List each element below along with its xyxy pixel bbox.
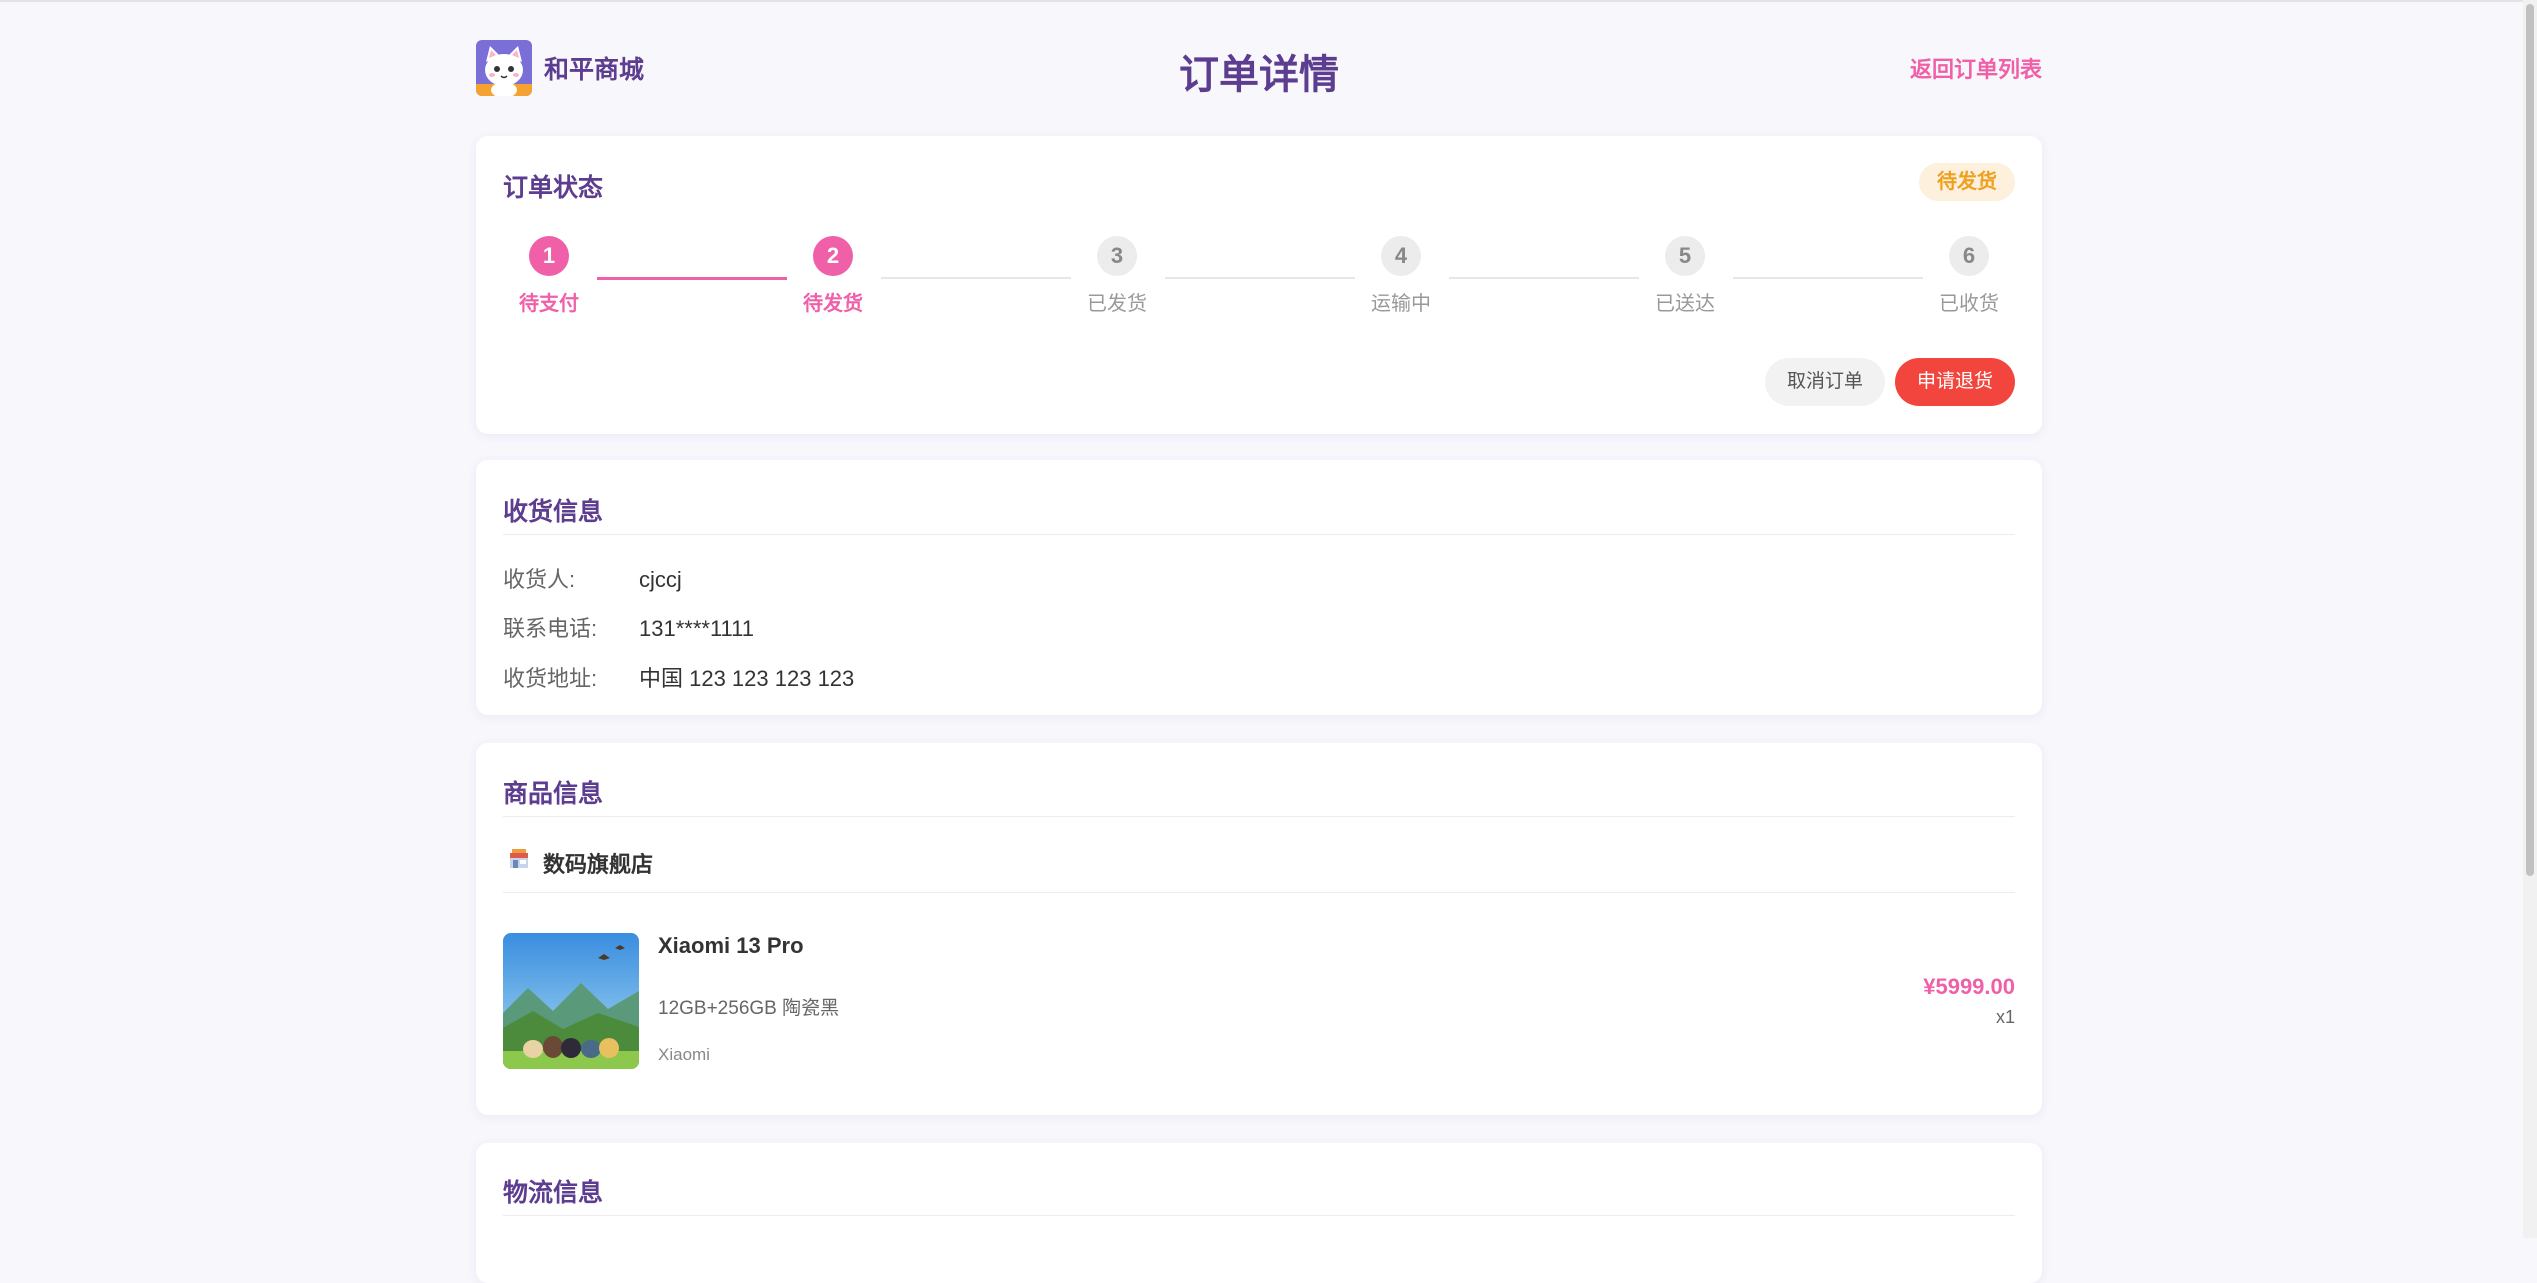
receiver-name-row: 收货人: cjccj [503, 562, 682, 594]
page-title: 订单详情 [1179, 53, 1339, 97]
step-delivered: 5 已送达 [1645, 236, 1725, 316]
shop-name[interactable]: 数码旗舰店 [543, 847, 653, 879]
step-pending-shipment: 2 待发货 [793, 236, 873, 316]
receiver-name-label: 收货人: [503, 567, 576, 592]
divider [503, 816, 2015, 817]
step-label: 已发货 [1087, 293, 1147, 315]
step-number: 6 [1949, 236, 1989, 276]
step-in-transit: 4 运输中 [1361, 236, 1441, 316]
back-to-orders-link[interactable]: 返回订单列表 [1910, 52, 2042, 84]
status-badge: 待发货 [1919, 163, 2015, 201]
step-label: 运输中 [1371, 293, 1431, 315]
receiver-address-label: 收货地址: [503, 666, 598, 691]
step-received: 6 已收货 [1929, 236, 2009, 316]
step-label: 已收货 [1939, 293, 1999, 315]
step-label: 已送达 [1655, 293, 1715, 315]
receiver-phone-value: 131****1111 [639, 616, 754, 641]
step-shipped: 3 已发货 [1077, 236, 1157, 316]
step-connector-3 [1165, 277, 1355, 279]
cancel-order-button[interactable]: 取消订单 [1764, 358, 1885, 406]
product-thumbnail[interactable] [503, 933, 639, 1069]
step-pending-payment: 1 待支付 [509, 236, 589, 316]
store-icon [509, 849, 529, 869]
step-number: 3 [1097, 236, 1137, 276]
logistics-info-title: 物流信息 [503, 1179, 604, 1207]
receiver-phone-label: 联系电话: [503, 616, 598, 641]
page-header: 和平商城 订单详情 返回订单列表 [476, 0, 2042, 136]
logistics-info-card: 物流信息 [476, 1143, 2042, 1283]
product-name[interactable]: Xiaomi 13 Pro [658, 933, 804, 959]
product-brand: Xiaomi [658, 1045, 710, 1064]
step-label: 待支付 [519, 293, 579, 315]
receiver-info-card: 收货信息 收货人: cjccj 联系电话: 131****1111 收货地址: 中国 … [476, 460, 2042, 715]
step-number: 2 [813, 236, 853, 276]
product-spec: 12GB+256GB 陶瓷黑 [658, 998, 840, 1019]
product-info-card: 商品信息 数码旗舰店 Xiaomi 13 Pro 12GB+256GB 陶瓷黑 … [476, 743, 2042, 1115]
scrollbar-thumb[interactable] [2526, 4, 2534, 876]
product-price: ¥5999.00 [1923, 974, 2015, 999]
step-connector-1 [597, 277, 787, 280]
divider [503, 1215, 2015, 1216]
product-info-title: 商品信息 [503, 780, 604, 808]
order-status-card: 订单状态 待发货 1 待支付 2 待发货 3 已发货 4 运输中 5 已送达 6… [476, 136, 2042, 434]
scrollbar[interactable] [2523, 0, 2537, 1238]
order-status-title: 订单状态 [503, 174, 604, 202]
step-label: 待发货 [803, 293, 863, 315]
divider [503, 534, 2015, 535]
divider [503, 892, 2015, 893]
receiver-address-value: 中国 123 123 123 123 [639, 666, 855, 691]
receiver-name-value: cjccj [639, 567, 682, 592]
step-connector-4 [1449, 277, 1639, 279]
step-connector-5 [1733, 277, 1923, 279]
step-number: 5 [1665, 236, 1705, 276]
order-progress-steps: 1 待支付 2 待发货 3 已发货 4 运输中 5 已送达 6 已收货 [503, 236, 2015, 326]
step-connector-2 [881, 277, 1071, 279]
receiver-info-title: 收货信息 [503, 498, 604, 526]
receiver-address-row: 收货地址: 中国 123 123 123 123 [503, 661, 854, 693]
receiver-phone-row: 联系电话: 131****1111 [503, 611, 754, 643]
page-container: 和平商城 订单详情 返回订单列表 订单状态 待发货 1 待支付 2 待发货 3 … [476, 0, 2042, 1283]
product-quantity: x1 [1995, 1007, 2015, 1027]
step-number: 4 [1381, 236, 1421, 276]
request-return-button[interactable]: 申请退货 [1894, 358, 2015, 406]
step-number: 1 [529, 236, 569, 276]
